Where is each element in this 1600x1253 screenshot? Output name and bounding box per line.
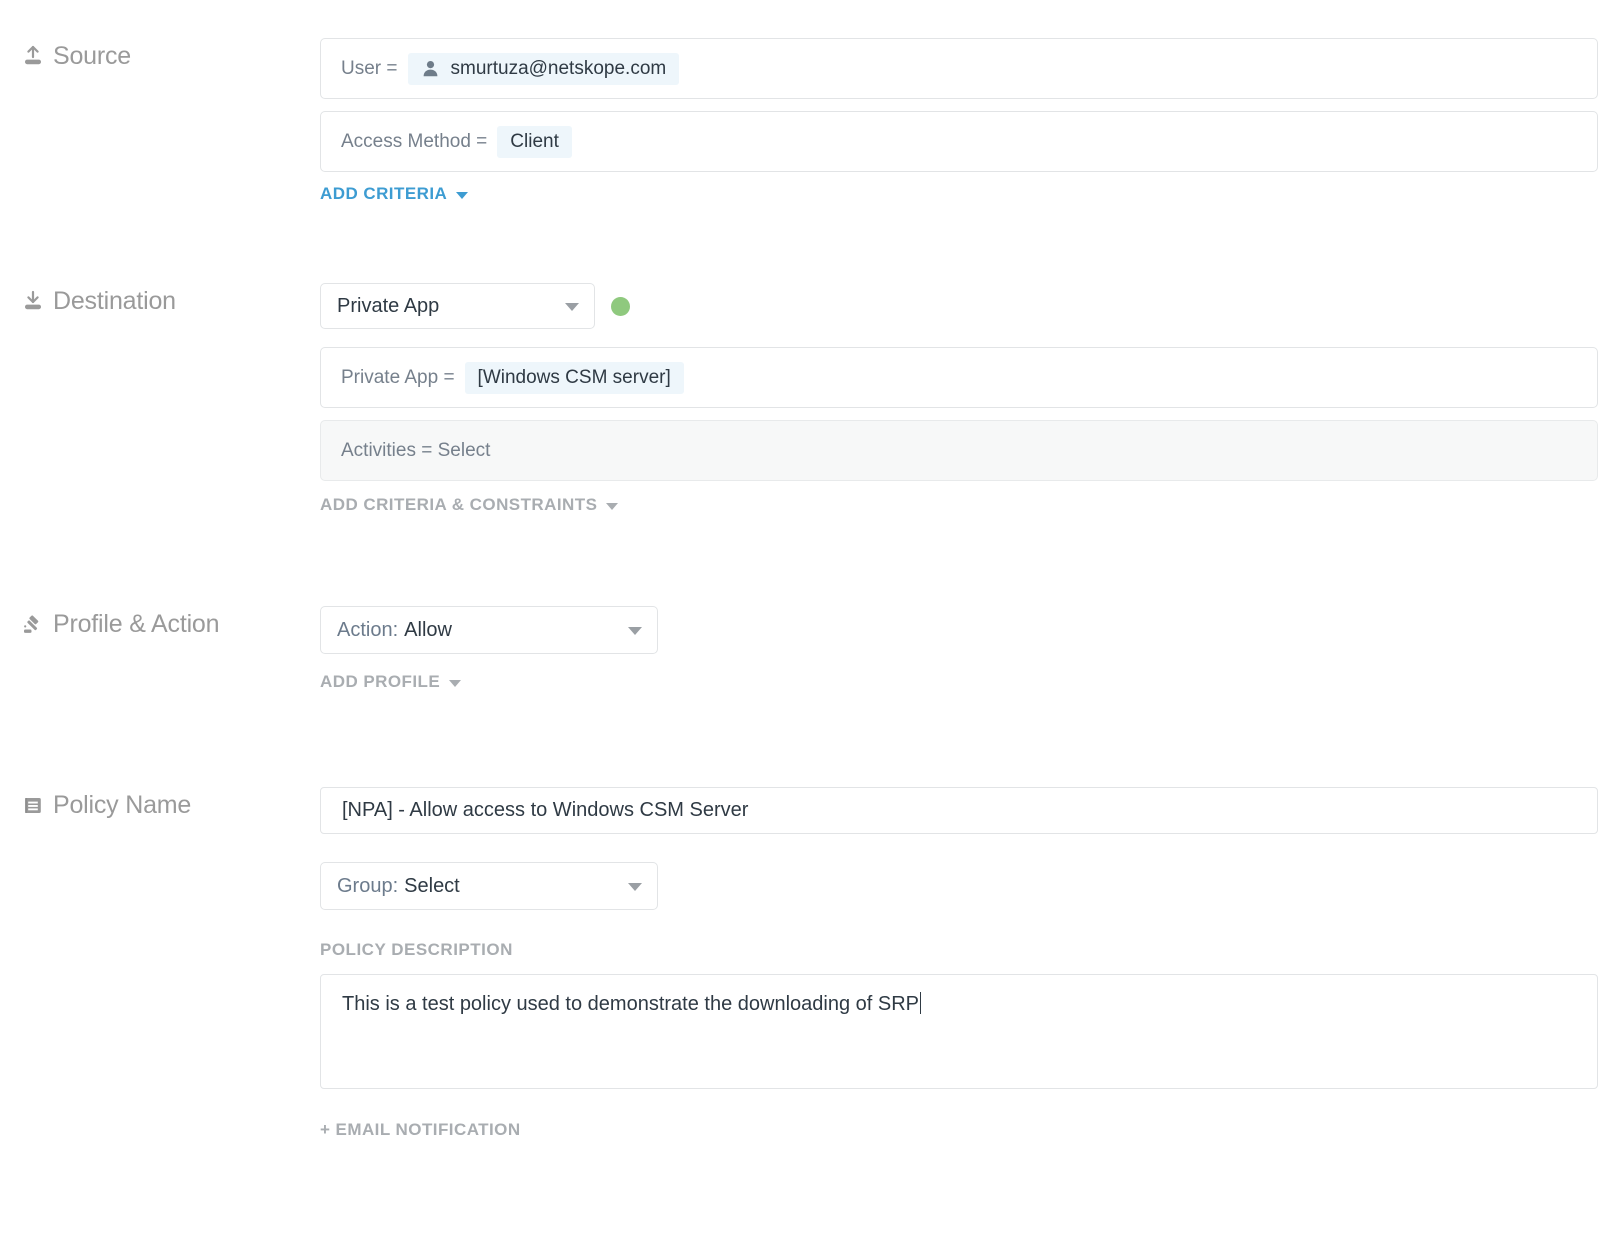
action-select[interactable]: Action: Allow <box>320 606 658 654</box>
add-criteria-button[interactable]: ADD CRITERIA <box>320 184 469 204</box>
policy-group-wrap: Group: Select <box>320 862 1598 910</box>
group-select-value: Select <box>404 874 460 897</box>
source-label-group: Source <box>0 38 320 71</box>
criteria-key: Private App = <box>341 366 455 388</box>
destination-add-criteria-wrap: ADD CRITERIA & CONSTRAINTS <box>320 495 1598 515</box>
add-criteria-label: ADD CRITERIA <box>320 184 448 203</box>
criteria-key: Access Method = <box>341 130 488 152</box>
profile-action-label: Profile & Action <box>53 610 220 638</box>
source-criteria-row-user[interactable]: User = smurtuza@netskope.com <box>320 38 1598 99</box>
gavel-icon <box>22 613 44 636</box>
profile-action-section: Profile & Action Action: Allow ADD PROFI… <box>0 606 1600 692</box>
policy-description-value: This is a test policy used to demonstrat… <box>342 993 919 1015</box>
policy-name-value: [NPA] - Allow access to Windows CSM Serv… <box>342 799 749 821</box>
source-criteria-row-access-method[interactable]: Access Method = Client <box>320 111 1598 172</box>
policy-name-body: [NPA] - Allow access to Windows CSM Serv… <box>320 787 1600 1140</box>
destination-type-row: Private App <box>320 283 1598 329</box>
user-icon <box>421 59 440 78</box>
action-select-prefix: Action: <box>337 618 399 641</box>
criteria-value-chip[interactable]: Client <box>497 125 572 158</box>
add-profile-wrap: ADD PROFILE <box>320 672 1598 692</box>
criteria-value-chip[interactable]: [Windows CSM server] <box>464 361 684 394</box>
chevron-down-icon <box>628 883 642 891</box>
group-select-prefix: Group: <box>337 874 399 897</box>
criteria-value-chip[interactable]: smurtuza@netskope.com <box>407 52 680 85</box>
chevron-down-icon <box>628 627 642 635</box>
destination-label-group: Destination <box>0 283 320 316</box>
source-section: Source User = smurtuza@netskope.com Acce… <box>0 38 1600 204</box>
activities-label: Activities = Select <box>341 439 491 461</box>
email-notification-label: + EMAIL NOTIFICATION <box>320 1120 521 1139</box>
status-indicator-dot <box>611 296 630 316</box>
add-profile-label: ADD PROFILE <box>320 672 441 691</box>
criteria-value-text: smurtuza@netskope.com <box>450 57 667 79</box>
criteria-value-text: [Windows CSM server] <box>477 366 671 388</box>
upload-icon <box>22 45 44 68</box>
destination-type-value: Private App <box>337 294 440 317</box>
destination-activities-row[interactable]: Activities = Select <box>320 420 1598 481</box>
policy-name-section: Policy Name [NPA] - Allow access to Wind… <box>0 787 1600 1140</box>
chevron-down-icon <box>565 303 579 311</box>
destination-label: Destination <box>53 287 176 315</box>
source-body: User = smurtuza@netskope.com Access Meth… <box>320 38 1600 204</box>
action-select-value: Allow <box>404 618 452 641</box>
download-icon <box>22 290 44 313</box>
criteria-value-text: Client <box>510 130 559 152</box>
source-label: Source <box>53 42 132 70</box>
destination-type-select[interactable]: Private App <box>320 283 595 329</box>
destination-body: Private App Private App = [Windows CSM s… <box>320 283 1600 515</box>
email-notification-button[interactable]: + EMAIL NOTIFICATION <box>320 1120 521 1140</box>
group-select[interactable]: Group: Select <box>320 862 658 910</box>
criteria-key: User = <box>341 57 398 79</box>
add-profile-button[interactable]: ADD PROFILE <box>320 672 462 692</box>
source-add-criteria-wrap: ADD CRITERIA <box>320 184 1598 204</box>
email-notification-wrap: + EMAIL NOTIFICATION <box>320 1120 1598 1140</box>
chevron-down-icon <box>449 679 462 687</box>
policy-description-textarea[interactable]: This is a test policy used to demonstrat… <box>320 974 1598 1089</box>
document-icon <box>22 794 44 817</box>
destination-section: Destination Private App Private App = [W… <box>0 283 1600 515</box>
policy-name-input[interactable]: [NPA] - Allow access to Windows CSM Serv… <box>320 787 1598 834</box>
policy-name-label-group: Policy Name <box>0 787 320 820</box>
add-criteria-constraints-label: ADD CRITERIA & CONSTRAINTS <box>320 495 598 514</box>
text-cursor <box>919 992 921 1014</box>
chevron-down-icon <box>606 502 619 510</box>
profile-action-label-group: Profile & Action <box>0 606 320 639</box>
chevron-down-icon <box>456 191 469 199</box>
policy-editor-page: Source User = smurtuza@netskope.com Acce… <box>0 0 1600 1253</box>
add-criteria-constraints-button[interactable]: ADD CRITERIA & CONSTRAINTS <box>320 495 619 515</box>
destination-criteria-row-private-app[interactable]: Private App = [Windows CSM server] <box>320 347 1598 408</box>
policy-name-label: Policy Name <box>53 791 192 819</box>
policy-description-caption: POLICY DESCRIPTION <box>320 940 513 959</box>
profile-action-body: Action: Allow ADD PROFILE <box>320 606 1600 692</box>
